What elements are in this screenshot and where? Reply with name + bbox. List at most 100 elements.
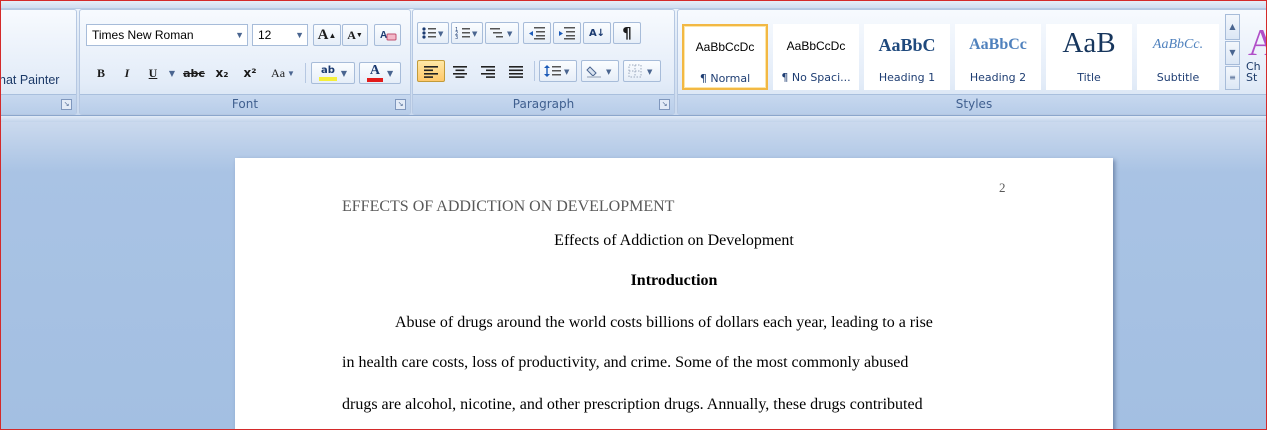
clear-formatting-button[interactable]: A [374, 24, 401, 46]
justify-button[interactable] [502, 60, 530, 82]
underline-button[interactable]: U [142, 62, 164, 84]
style-sample: AaBbC [878, 35, 936, 55]
align-left-button[interactable] [417, 60, 445, 82]
font-separator [305, 63, 306, 83]
body-line: in health care costs, loss of productivi… [342, 354, 909, 371]
style-subtitle[interactable]: AaBbCc. Subtitle [1137, 24, 1219, 90]
paragraph-group: ▼ 1 2 3 ▼ ▼ A↓ ¶ ▼ ▼ ▼ Paragraph ↘ [412, 9, 675, 115]
styles-group-label: Styles [678, 94, 1266, 114]
ribbon-top-edge [1, 1, 1266, 9]
chevron-down-icon: ▼ [1229, 48, 1236, 57]
change-styles-button[interactable]: A Ch St [1245, 14, 1266, 90]
change-case-button[interactable]: Aa ▼ [265, 62, 301, 84]
body-line: Abuse of drugs around the world costs bi… [395, 314, 933, 331]
font-color-icon: A [366, 64, 383, 82]
subscript-icon: x₂ [215, 66, 229, 80]
document-title: Effects of Addiction on Development [554, 232, 794, 249]
grow-font-button[interactable]: A ▲ [313, 24, 341, 46]
chevron-down-icon: ▼ [386, 68, 394, 78]
style-name: ¶ Normal [699, 72, 751, 85]
underline-dropdown[interactable]: ▼ [166, 62, 178, 84]
font-group: Times New Roman ▼ 12 ▼ A ▲ A ▼ A B I U ▼ a… [79, 9, 411, 115]
style-sample: AaB [1062, 27, 1116, 59]
font-size-dropdown[interactable]: 12 ▼ [252, 24, 308, 46]
strikethrough-button[interactable]: abc [180, 62, 208, 84]
shading-icon: ▼ [586, 66, 612, 78]
paragraph-dialog-launcher-icon[interactable]: ↘ [659, 99, 670, 110]
document-area: 2 EFFECTS OF ADDICTION ON DEVELOPMENT Ef… [1, 116, 1266, 429]
superscript-button[interactable]: x² [238, 62, 262, 84]
style-title[interactable]: AaB Title [1046, 24, 1132, 90]
shrink-font-button[interactable]: A ▼ [342, 24, 368, 46]
clipboard-dialog-launcher-icon[interactable]: ↘ [61, 99, 72, 110]
italic-button[interactable]: I [116, 62, 138, 84]
sort-button[interactable]: A↓ [583, 22, 611, 44]
styles-more-button[interactable]: ≡ [1225, 66, 1240, 90]
style-name: ¶ No Spaci... [781, 71, 851, 84]
paragraph-group-label: Paragraph [413, 94, 674, 114]
chevron-down-icon: ▼ [295, 30, 304, 40]
shading-button[interactable]: ▼ [581, 60, 619, 82]
style-normal[interactable]: AaBbCcDc ¶ Normal [682, 24, 768, 90]
line-spacing-icon: ▼ [544, 65, 570, 77]
styles-scroll-down-button[interactable]: ▼ [1225, 41, 1240, 65]
borders-button[interactable]: ▼ [623, 60, 661, 82]
align-right-icon [481, 65, 495, 78]
superscript-icon: x² [243, 66, 257, 80]
style-heading-1[interactable]: AaBbC Heading 1 [864, 24, 950, 90]
clipboard-group: nat Painter ↘ [1, 9, 77, 115]
font-size-value: 12 [258, 28, 272, 42]
align-right-button[interactable] [474, 60, 502, 82]
numbering-button[interactable]: 1 2 3 ▼ [451, 22, 483, 44]
subscript-button[interactable]: x₂ [210, 62, 234, 84]
style-name: Heading 1 [878, 71, 936, 84]
decrease-indent-button[interactable] [523, 22, 551, 44]
svg-text:▼: ▼ [507, 30, 513, 38]
highlight-color-button[interactable]: ab ▼ [311, 62, 355, 84]
chevron-up-icon: ▲ [1229, 22, 1236, 31]
svg-text:▼: ▼ [606, 68, 612, 76]
style-name: Heading 2 [969, 71, 1027, 84]
show-formatting-marks-button[interactable]: ¶ [613, 22, 641, 44]
bold-button[interactable]: B [90, 62, 112, 84]
decrease-indent-icon [529, 27, 545, 40]
align-center-icon [453, 65, 467, 78]
style-no-spacing[interactable]: AaBbCcDc ¶ No Spaci... [773, 24, 859, 90]
font-name-dropdown[interactable]: Times New Roman ▼ [86, 24, 248, 46]
font-dialog-launcher-icon[interactable]: ↘ [395, 99, 406, 110]
bullets-button[interactable]: ▼ [417, 22, 449, 44]
pilcrow-icon: ¶ [622, 24, 632, 42]
format-painter-button[interactable]: nat Painter [1, 69, 70, 91]
svg-text:▼: ▼ [647, 68, 653, 76]
document-page[interactable]: 2 EFFECTS OF ADDICTION ON DEVELOPMENT Ef… [235, 158, 1113, 429]
style-heading-2[interactable]: AaBbCc Heading 2 [955, 24, 1041, 90]
increase-indent-button[interactable] [553, 22, 581, 44]
chevron-down-icon: ▼ [235, 30, 244, 40]
line-spacing-button[interactable]: ▼ [539, 60, 577, 82]
more-icon: ≡ [1229, 73, 1236, 82]
increase-indent-icon [559, 27, 575, 40]
styles-group: AaBbCcDc ¶ Normal AaBbCcDc ¶ No Spaci...… [677, 9, 1266, 115]
multilevel-list-button[interactable]: ▼ [485, 22, 519, 44]
change-case-icon: Aa [271, 65, 286, 80]
word-window: nat Painter ↘ Times New Roman ▼ 12 ▼ A ▲ … [0, 0, 1267, 430]
chevron-down-icon: ▼ [340, 68, 348, 78]
numbering-icon: 123 ▼ [455, 27, 478, 40]
underline-icon: U [148, 65, 158, 80]
style-sample: AaBbCcDc [786, 39, 846, 53]
style-sample: AaBbCc [969, 36, 1027, 53]
style-sample: AaBbCc. [1152, 37, 1204, 52]
ribbon: nat Painter ↘ Times New Roman ▼ 12 ▼ A ▲ … [1, 1, 1266, 116]
borders-icon: ▼ [628, 64, 653, 78]
svg-text:▼: ▼ [564, 68, 570, 76]
styles-scroll-up-button[interactable]: ▲ [1225, 14, 1240, 40]
change-styles-icon: A [1248, 22, 1266, 61]
italic-icon: I [124, 65, 130, 80]
multilevel-list-icon: ▼ [490, 28, 513, 38]
chevron-down-icon: ▼ [168, 68, 176, 78]
align-center-button[interactable] [446, 60, 474, 82]
sort-icon: A↓ [588, 27, 606, 39]
font-color-button[interactable]: A ▼ [359, 62, 401, 84]
style-name: Subtitle [1156, 71, 1200, 84]
font-name-value: Times New Roman [92, 28, 194, 42]
